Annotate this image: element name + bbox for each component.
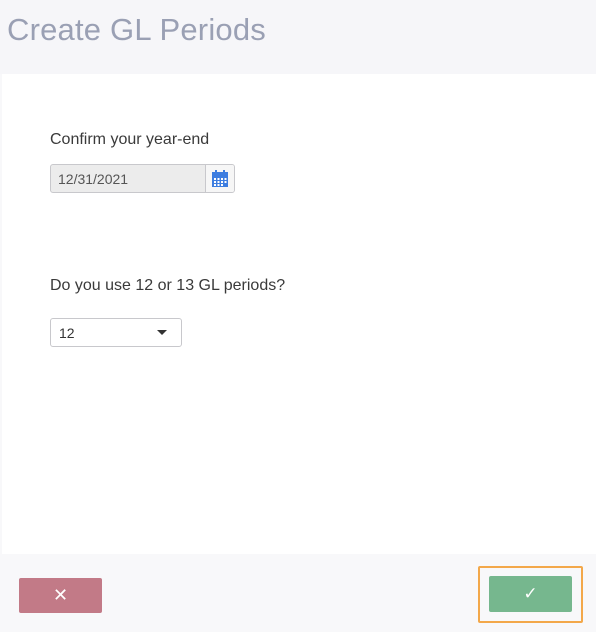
calendar-icon [212, 170, 228, 187]
checkmark-icon: ✓ [523, 584, 538, 603]
periods-select[interactable]: 12 [50, 318, 182, 347]
year-end-label: Confirm your year-end [50, 131, 210, 148]
confirm-button[interactable]: ✓ [489, 576, 572, 612]
year-end-date-input[interactable] [51, 165, 207, 192]
caret-down-icon [157, 330, 167, 335]
cancel-button[interactable]: ✕ [19, 578, 102, 613]
calendar-button[interactable] [205, 165, 234, 192]
year-end-date-field[interactable] [50, 164, 235, 193]
page-title: Create GL Periods [7, 12, 266, 47]
close-icon: ✕ [52, 585, 69, 605]
page-header: Create GL Periods [0, 0, 596, 74]
periods-label: Do you use 12 or 13 GL periods? [50, 277, 286, 294]
periods-select-value: 12 [59, 325, 75, 341]
